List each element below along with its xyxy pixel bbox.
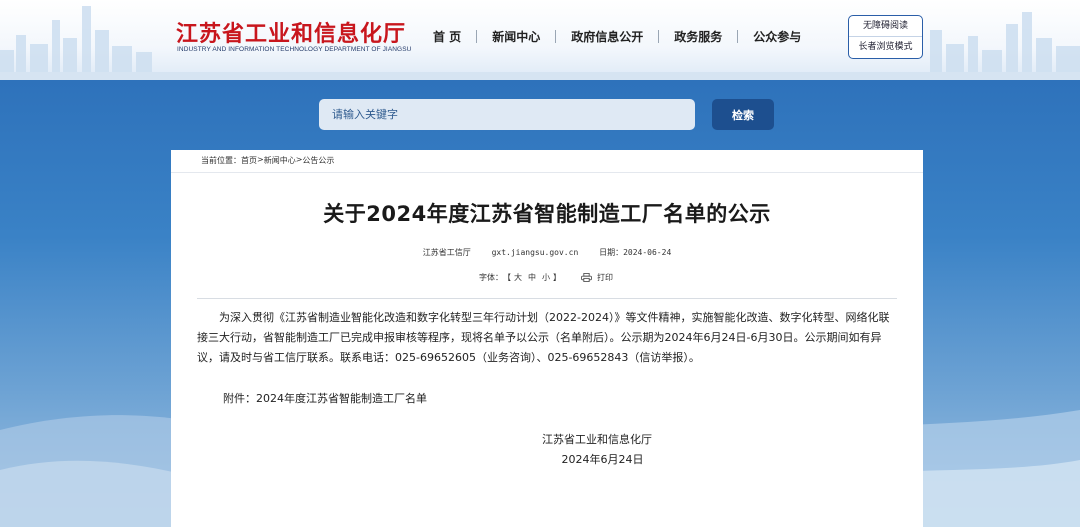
site-logo-title[interactable]: 江苏省工业和信息化厅 xyxy=(176,16,406,48)
breadcrumb-divider xyxy=(171,172,923,173)
article-site: gxt.jiangsu.gov.cn xyxy=(491,248,579,257)
site-logo-subtitle: INDUSTRY AND INFORMATION TECHNOLOGY DEPA… xyxy=(177,46,412,53)
search-button[interactable]: 检索 xyxy=(712,99,774,130)
article-title: 关于2024年度江苏省智能制造工厂名单的公示 xyxy=(323,202,771,226)
print-button[interactable]: 打印 xyxy=(581,272,613,283)
article-tools: 字体： 【 大 中 小 】 打印 xyxy=(479,272,613,283)
print-label: 打印 xyxy=(597,273,613,282)
date-value: 2024-06-24 xyxy=(623,248,672,257)
article-signature: 江苏省工业和信息化厅 2024年6月24日 xyxy=(542,430,652,470)
breadcrumb-news[interactable]: 新闻中心 xyxy=(264,155,296,166)
main-nav: 首 页 新闻中心 政府信息公开 政务服务 公众参与 xyxy=(418,28,816,45)
accessibility-panel: 无障碍阅读 长者浏览模式 xyxy=(848,15,923,59)
nav-item-home[interactable]: 首 页 xyxy=(418,28,476,45)
font-size-large-button[interactable]: 大 xyxy=(514,272,522,283)
font-bracket-close: 】 xyxy=(553,273,561,282)
breadcrumb-home[interactable]: 首页 xyxy=(241,155,257,166)
article-date: 日期：2024-06-24 xyxy=(599,248,671,257)
elder-mode-button[interactable]: 长者浏览模式 xyxy=(849,37,922,58)
article-meta: 江苏省工信厅 gxt.jiangsu.gov.cn 日期：2024-06-24 xyxy=(171,247,923,258)
attachment-link[interactable]: 2024年度江苏省智能制造工厂名单 xyxy=(256,392,427,405)
breadcrumb-separator: > xyxy=(295,155,303,164)
nav-item-news[interactable]: 新闻中心 xyxy=(477,28,555,45)
article-panel: 当前位置： 首页 > 新闻中心 > 公告公示 关于2024年度江苏省智能制造工厂… xyxy=(171,150,923,527)
attachment: 附件：2024年度江苏省智能制造工厂名单 xyxy=(223,390,427,406)
nav-item-participation[interactable]: 公众参与 xyxy=(738,28,816,45)
breadcrumb-notices[interactable]: 公告公示 xyxy=(302,155,334,166)
article-body: 为深入贯彻《江苏省制造业智能化改造和数字化转型三年行动计划（2022-2024）… xyxy=(197,311,890,364)
search-input[interactable] xyxy=(319,99,695,130)
font-size-small-button[interactable]: 小 xyxy=(542,272,550,283)
nav-item-gov-info[interactable]: 政府信息公开 xyxy=(556,28,658,45)
attachment-label: 附件： xyxy=(223,392,256,405)
breadcrumb: 当前位置： 首页 > 新闻中心 > 公告公示 xyxy=(201,155,334,166)
font-size-label: 字体： xyxy=(479,273,503,282)
printer-icon xyxy=(581,273,592,282)
breadcrumb-separator: > xyxy=(257,155,264,164)
signature-org: 江苏省工业和信息化厅 xyxy=(542,433,652,446)
site-header: 江苏省工业和信息化厅 INDUSTRY AND INFORMATION TECH… xyxy=(0,0,1080,80)
font-size-medium-button[interactable]: 中 xyxy=(528,272,536,283)
content-divider xyxy=(197,298,897,299)
article-source: 江苏省工信厅 xyxy=(422,248,471,257)
barrier-free-button[interactable]: 无障碍阅读 xyxy=(849,16,922,37)
breadcrumb-prefix: 当前位置： xyxy=(201,156,241,165)
nav-item-services[interactable]: 政务服务 xyxy=(659,28,737,45)
signature-date: 2024年6月24日 xyxy=(561,453,644,466)
font-bracket-open: 【 xyxy=(503,273,511,282)
date-label: 日期： xyxy=(599,248,624,257)
